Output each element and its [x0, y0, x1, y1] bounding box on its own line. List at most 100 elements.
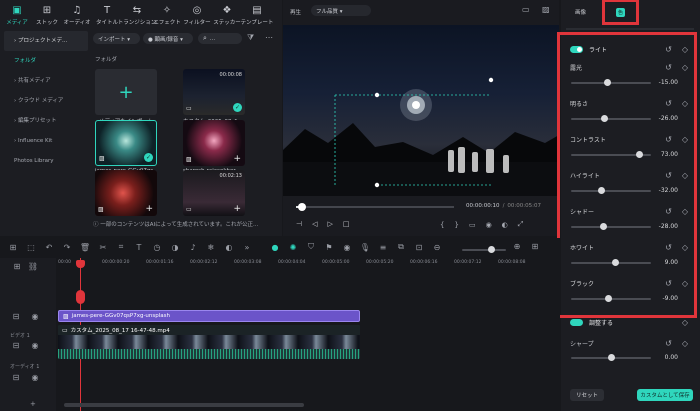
undo-icon[interactable]: ↶	[42, 243, 56, 252]
media-item[interactable]: 00:02:13 + ▭	[183, 170, 245, 216]
toolbar-tab-sticker[interactable]: ❖ ステッカー	[212, 5, 242, 26]
link-icon[interactable]: ⛓	[26, 262, 40, 271]
display-icon[interactable]: ▭	[469, 221, 476, 229]
adjust-toggle[interactable]	[570, 319, 583, 326]
slider-knob[interactable]	[599, 223, 607, 230]
color-icon[interactable]: ◑	[168, 243, 182, 252]
tab-image[interactable]: 画像	[575, 8, 586, 16]
cut-icon[interactable]: ✂	[96, 243, 110, 252]
reset-icon[interactable]: ↺	[665, 63, 672, 72]
more-tools-icon[interactable]: »	[240, 243, 254, 252]
add-track-icon[interactable]: ⊞	[10, 262, 24, 271]
record-icon[interactable]: ◉	[340, 243, 354, 252]
zoom-slider[interactable]	[462, 246, 506, 253]
reset-icon[interactable]: ↺	[665, 135, 672, 144]
sharpen-slider[interactable]	[571, 354, 651, 361]
adjustment-slider[interactable]	[571, 295, 651, 302]
adjustment-value[interactable]: -28.00	[648, 223, 678, 230]
import-tile[interactable]: + メディアをインポート	[95, 69, 157, 125]
select-icon[interactable]: ⬚	[24, 243, 38, 252]
image-clip[interactable]: ▨ james-pere-GGv07qsP7xg-unsplash	[58, 310, 360, 322]
slider-knob[interactable]	[605, 295, 613, 302]
reset-button[interactable]: リセット	[570, 389, 604, 401]
keyframe-icon[interactable]: ◇	[682, 207, 688, 216]
camera-icon[interactable]: ◉	[486, 221, 492, 229]
lock-icon[interactable]: ⊟	[9, 312, 23, 321]
sidebar-item[interactable]: › 共有メディア	[4, 71, 88, 91]
lock-icon[interactable]: ⊟	[9, 341, 23, 350]
keyframe-icon[interactable]: ◇	[682, 171, 688, 180]
eye-icon[interactable]: ◉	[28, 312, 42, 321]
stop-icon[interactable]: □	[343, 220, 350, 228]
quality-dropdown[interactable]: フル品質 ▾	[311, 5, 371, 16]
adjustment-value[interactable]: -15.00	[648, 79, 678, 86]
toolbar-tab-filter[interactable]: ◎ フィルター	[182, 5, 212, 26]
adjustment-slider[interactable]	[571, 187, 651, 194]
add-icon[interactable]: +	[145, 204, 153, 214]
text-icon[interactable]: T	[132, 243, 146, 252]
import-dropdown[interactable]: インポート ▾	[93, 33, 140, 44]
record-dropdown[interactable]: ● 顕画/録音 ▾	[143, 33, 193, 44]
keyframe-icon[interactable]: ◇	[682, 135, 688, 144]
adjustment-value[interactable]: 9.00	[648, 259, 678, 266]
mark-in-icon[interactable]: {	[440, 221, 444, 229]
grid-icon[interactable]: ⊞	[6, 243, 20, 252]
reset-icon[interactable]: ↺	[665, 279, 672, 288]
keyframe-icon[interactable]: ◇	[682, 318, 688, 327]
more-icon[interactable]: ⋯	[265, 33, 273, 42]
adjustment-value[interactable]: 73.00	[648, 151, 678, 158]
filter-icon[interactable]: ⧩	[247, 33, 254, 43]
timeline-settings-icon[interactable]: ⊞	[528, 242, 542, 251]
sidebar-item[interactable]: › クラウド メディア	[4, 91, 88, 111]
speaker-icon[interactable]: ◉	[28, 373, 42, 382]
speed-icon[interactable]: ◷	[150, 243, 164, 252]
shield-icon[interactable]: ⛉	[304, 242, 318, 252]
media-item[interactable]: + ▨ sharosh-rajasekher-...	[183, 120, 245, 174]
toolbar-tab-effect[interactable]: ✧ エフェクト	[152, 5, 182, 26]
reset-icon[interactable]: ↺	[665, 243, 672, 252]
add-bottom-icon[interactable]: +	[30, 400, 36, 408]
adjustment-slider[interactable]	[571, 79, 651, 86]
slider-knob[interactable]	[601, 115, 609, 122]
toolbar-tab-transition[interactable]: ⇆ トランジション	[118, 5, 157, 26]
slider-knob[interactable]	[597, 187, 605, 194]
eye-icon[interactable]: ◉	[28, 341, 42, 350]
ai-icon[interactable]: ●	[268, 243, 282, 252]
sidebar-item[interactable]: › 編集プリセット	[4, 111, 88, 131]
toolbar-tab-media[interactable]: ▣ メディア	[2, 5, 32, 26]
sparkle-icon[interactable]: ✺	[286, 243, 300, 252]
slider-knob[interactable]	[635, 151, 643, 158]
step-back-icon[interactable]: ⊣	[296, 220, 302, 228]
sharpen-value[interactable]: 0.00	[648, 354, 678, 361]
mask-icon[interactable]: ◐	[222, 243, 236, 252]
sidebar-item[interactable]: › Influence Kit	[4, 131, 88, 151]
reset-icon[interactable]: ↺	[665, 45, 672, 54]
sidebar-item[interactable]: › プロジェクトメデ...	[4, 31, 88, 51]
video-clip[interactable]: ▭ カスタム_2025_08_17 16-47-48.mp4	[58, 325, 360, 359]
adjustment-slider[interactable]	[571, 259, 651, 266]
volume-icon[interactable]: ◐	[502, 221, 508, 229]
delete-icon[interactable]: 🗑	[78, 243, 92, 252]
keyframe-icon[interactable]: ◇	[682, 339, 688, 348]
keyframe-icon[interactable]: ◇	[682, 45, 688, 54]
playhead-handle[interactable]	[76, 260, 85, 268]
save-custom-button[interactable]: カスタムとして保存	[637, 389, 693, 401]
add-icon[interactable]: +	[233, 154, 241, 164]
zoom-out-icon[interactable]: ⊖	[430, 243, 444, 252]
video-preview[interactable]	[283, 25, 559, 196]
snapshot-icon[interactable]: ▨	[542, 5, 550, 14]
zoom-in-icon[interactable]: ⊕	[510, 242, 524, 251]
keyframe-icon[interactable]: ◇	[682, 243, 688, 252]
reset-icon[interactable]: ↺	[665, 171, 672, 180]
media-item[interactable]: 00:00:08 ✓ ▭ カスタム_2025_08_1...	[183, 69, 245, 125]
compare-view-icon[interactable]: ▭	[522, 5, 530, 14]
media-item[interactable]: ✓ ▨ james-pere-GGv07qs...	[95, 120, 157, 174]
keyframe-icon[interactable]: ◇	[682, 279, 688, 288]
adjustment-value[interactable]: -26.00	[648, 115, 678, 122]
clip-marker[interactable]	[76, 290, 85, 304]
crop-icon[interactable]: ⌗	[114, 242, 128, 252]
tab-color[interactable]: 色	[602, 0, 639, 25]
adjustment-slider[interactable]	[571, 115, 651, 122]
search-input[interactable]: ⌕ ...	[198, 33, 242, 44]
adjustment-value[interactable]: -32.00	[648, 187, 678, 194]
